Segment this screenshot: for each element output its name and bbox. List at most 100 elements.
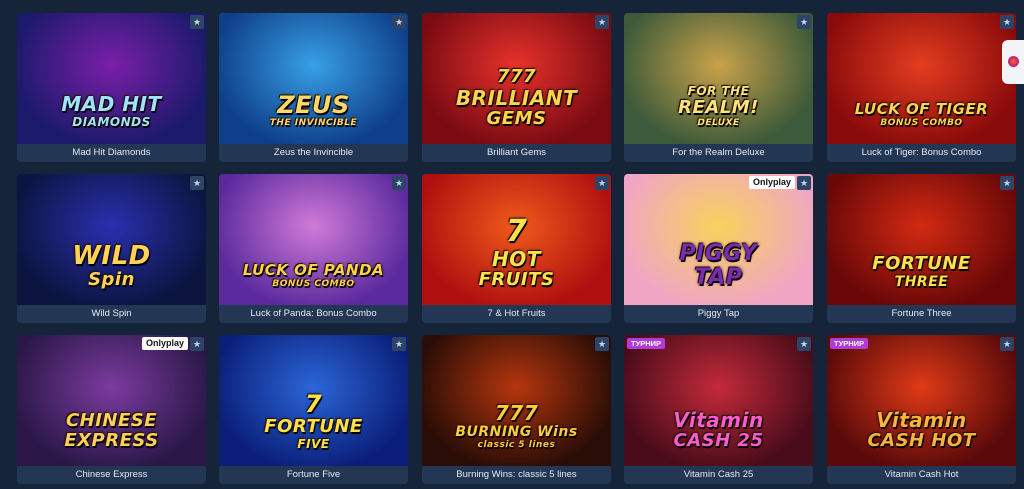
game-title: Chinese Express	[75, 469, 148, 480]
game-thumbnail[interactable]: 7 FORTUNE FIVE	[219, 335, 408, 466]
game-logo-text: REALM!	[678, 97, 759, 118]
game-card[interactable]: ZEUS THE INVINCIBLE ★ Zeus the Invincible	[219, 13, 408, 162]
game-logo-text: BONUS COMBO	[880, 118, 963, 128]
tournament-badge: ТУРНИР	[627, 338, 666, 349]
star-icon[interactable]: ★	[1000, 337, 1014, 351]
game-card[interactable]: 777 BRILLIANT GEMS ★ Brilliant Gems	[422, 13, 611, 162]
game-logo-text: Spin	[88, 269, 135, 290]
game-thumbnail[interactable]: WILD Spin	[17, 174, 206, 305]
game-card[interactable]: FORTUNE THREE ★ Fortune Three	[827, 174, 1016, 323]
game-logo-text: FIVE	[297, 437, 330, 451]
game-card[interactable]: MAD HIT DIAMONDS ★ Mad Hit Diamonds	[17, 13, 206, 162]
game-logo-text: THE INVINCIBLE	[269, 118, 358, 128]
game-logo-text: BONUS COMBO	[272, 279, 355, 289]
game-logo-text: BRILLIANT	[455, 86, 578, 110]
game-thumbnail[interactable]: 777 BRILLIANT GEMS	[422, 13, 611, 144]
game-card[interactable]: Vitamin CASH 25 ★ Vitamin Cash 25 ТУРНИР	[624, 335, 813, 484]
star-icon[interactable]: ★	[797, 176, 811, 190]
game-logo-text: DELUXE	[697, 118, 740, 128]
star-icon[interactable]: ★	[190, 176, 204, 190]
game-thumbnail[interactable]: CHINESE EXPRESS	[17, 335, 206, 466]
game-thumbnail[interactable]: 777 BURNING Wins classic 5 lines	[422, 335, 611, 466]
star-icon[interactable]: ★	[595, 337, 609, 351]
game-logo-text: HOT	[492, 247, 541, 271]
game-title: Fortune Five	[286, 469, 341, 480]
game-logo-text: BURNING Wins	[455, 424, 578, 440]
star-icon[interactable]: ★	[797, 15, 811, 29]
star-icon[interactable]: ★	[1000, 176, 1014, 190]
game-logo-text: ZEUS	[277, 91, 350, 119]
game-card[interactable]: Vitamin CASH HOT ★ Vitamin Cash Hot ТУРНИ…	[827, 335, 1016, 484]
game-logo-text: DIAMONDS	[72, 115, 151, 129]
game-card[interactable]: WILD Spin ★ Wild Spin	[17, 174, 206, 323]
game-title: Piggy Tap	[697, 308, 740, 319]
game-title: Brilliant Gems	[486, 147, 547, 158]
game-title: Zeus the Invincible	[273, 147, 354, 158]
provider-badge: Onlyplay	[141, 337, 188, 350]
game-logo-text: FORTUNE	[872, 253, 971, 274]
game-thumbnail[interactable]: 7 HOT FRUITS	[422, 174, 611, 305]
game-card[interactable]: LUCK OF TIGER BONUS COMBO ★ Luck of Tiger…	[827, 13, 1016, 162]
star-icon[interactable]: ★	[595, 176, 609, 190]
game-logo-text: GEMS	[486, 108, 547, 129]
star-icon[interactable]: ★	[797, 337, 811, 351]
game-title: Luck of Panda: Bonus Combo	[250, 308, 377, 319]
game-card[interactable]: 7 HOT FRUITS ★ 7 & Hot Fruits	[422, 174, 611, 323]
game-thumbnail[interactable]: FOR THE REALM! DELUXE	[624, 13, 813, 144]
games-grid: MAD HIT DIAMONDS ★ Mad Hit Diamonds ZEUS T…	[0, 0, 1024, 489]
game-thumbnail[interactable]: PIGGY TAP	[624, 174, 813, 305]
star-icon[interactable]: ★	[190, 337, 204, 351]
star-icon[interactable]: ★	[190, 15, 204, 29]
game-thumbnail[interactable]: LUCK OF PANDA BONUS COMBO	[219, 174, 408, 305]
side-widget-tab[interactable]	[1002, 40, 1024, 84]
star-icon[interactable]: ★	[1000, 15, 1014, 29]
widget-logo-icon	[1008, 56, 1019, 67]
game-thumbnail[interactable]: LUCK OF TIGER BONUS COMBO	[827, 13, 1016, 144]
game-logo-text: FRUITS	[478, 269, 555, 290]
star-icon[interactable]: ★	[392, 176, 406, 190]
game-logo-text: PIGGY	[679, 241, 758, 266]
game-logo-text: FOR THE	[687, 84, 750, 98]
star-icon[interactable]: ★	[392, 337, 406, 351]
game-logo-text: CHINESE	[65, 410, 158, 431]
star-icon[interactable]: ★	[595, 15, 609, 29]
game-title: Luck of Tiger: Bonus Combo	[861, 147, 982, 158]
game-logo-text: 777	[496, 66, 537, 87]
game-title: 7 & Hot Fruits	[487, 308, 546, 319]
game-logo-text: FORTUNE	[264, 416, 363, 437]
game-title: Vitamin Cash 25	[683, 469, 754, 480]
game-title: Mad Hit Diamonds	[72, 147, 151, 158]
game-logo-text: WILD	[72, 241, 151, 271]
game-title: Burning Wins: classic 5 lines	[456, 469, 577, 480]
provider-badge: Onlyplay	[748, 176, 795, 189]
game-logo-text: TAP	[694, 265, 743, 290]
star-icon[interactable]: ★	[392, 15, 406, 29]
game-card[interactable]: FOR THE REALM! DELUXE ★ For the Realm Delu…	[624, 13, 813, 162]
game-logo-text: CASH 25	[673, 430, 764, 451]
game-card[interactable]: CHINESE EXPRESS ★ Chinese Express Onlypla…	[17, 335, 206, 484]
game-logo-text: classic 5 lines	[477, 440, 556, 450]
game-thumbnail[interactable]: FORTUNE THREE	[827, 174, 1016, 305]
game-thumbnail[interactable]: Vitamin CASH HOT	[827, 335, 1016, 466]
game-logo-text: 7	[304, 390, 323, 418]
game-logo-text: EXPRESS	[64, 430, 159, 451]
game-thumbnail[interactable]: MAD HIT DIAMONDS	[17, 13, 206, 144]
game-logo-text: 777	[494, 401, 539, 425]
game-logo-text: LUCK OF PANDA	[242, 261, 385, 279]
game-logo-text: LUCK OF TIGER	[854, 100, 989, 118]
tournament-badge: ТУРНИР	[830, 338, 869, 349]
game-title: Vitamin Cash Hot	[884, 469, 959, 480]
game-card[interactable]: PIGGY TAP ★ Piggy Tap Onlyplay	[624, 174, 813, 323]
game-logo-text: Vitamin	[876, 408, 967, 432]
game-thumbnail[interactable]: ZEUS THE INVINCIBLE	[219, 13, 408, 144]
game-logo-text: MAD HIT	[61, 92, 162, 116]
game-logo-text: 7	[505, 214, 528, 249]
game-card[interactable]: 7 FORTUNE FIVE ★ Fortune Five	[219, 335, 408, 484]
game-logo-text: THREE	[894, 274, 949, 290]
game-thumbnail[interactable]: Vitamin CASH 25	[624, 335, 813, 466]
game-logo-text: CASH HOT	[867, 430, 976, 451]
game-card[interactable]: 777 BURNING Wins classic 5 lines ★ Burning…	[422, 335, 611, 484]
game-card[interactable]: LUCK OF PANDA BONUS COMBO ★ Luck of Panda…	[219, 174, 408, 323]
game-title: Wild Spin	[91, 308, 132, 319]
game-title: Fortune Three	[891, 308, 952, 319]
